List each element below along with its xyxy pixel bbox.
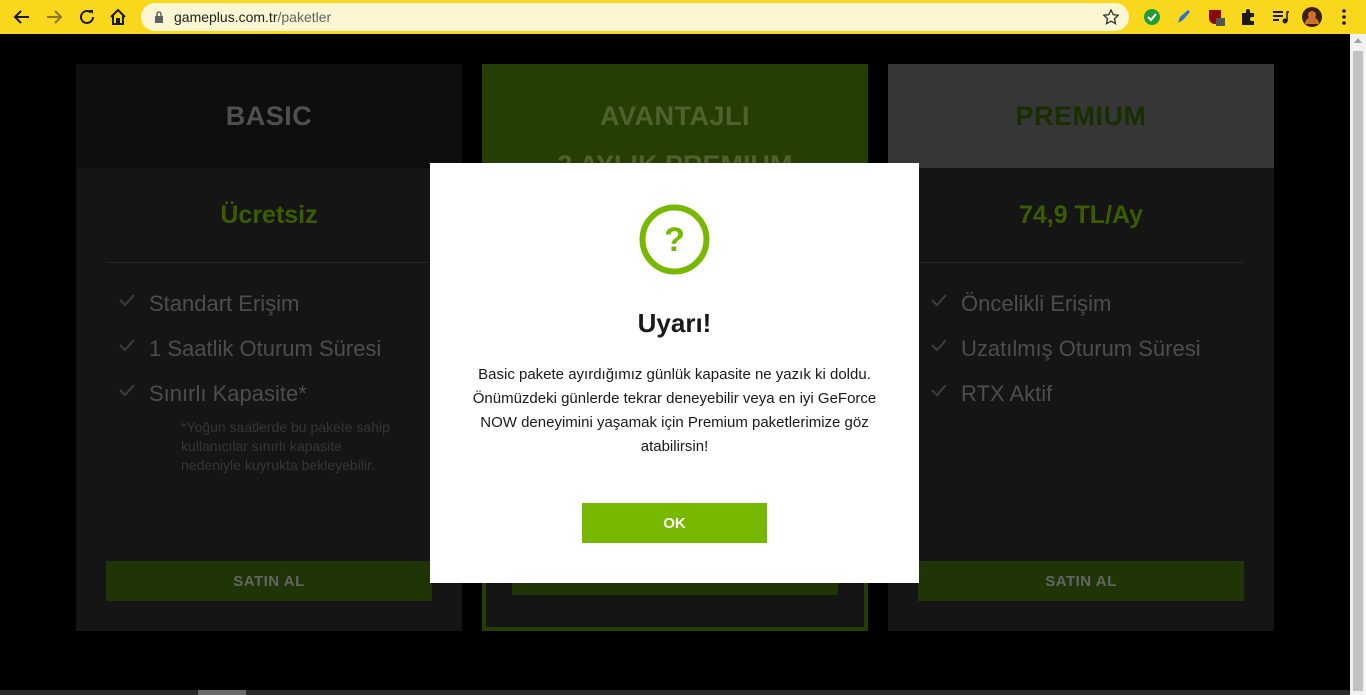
- reload-icon[interactable]: [75, 5, 99, 29]
- home-icon[interactable]: [106, 5, 130, 29]
- extension-ublock-icon[interactable]: [1205, 6, 1227, 28]
- extension-pen-icon[interactable]: [1173, 6, 1195, 28]
- extension-check-icon[interactable]: [1141, 6, 1163, 28]
- scrollbar-thumb[interactable]: [1353, 51, 1363, 691]
- back-arrow-icon[interactable]: [10, 5, 34, 29]
- forward-arrow-icon[interactable]: [42, 5, 66, 29]
- extensions-puzzle-icon[interactable]: [1237, 6, 1259, 28]
- question-mark-icon: ?: [639, 204, 710, 275]
- svg-text:?: ?: [664, 221, 685, 259]
- dialog-message: Basic pakete ayırdığımız günlük kapasite…: [472, 366, 877, 455]
- page-content: BASIC Ücretsiz Standart Erişim 1 Saatlik…: [0, 34, 1350, 690]
- scroll-up-arrow-icon[interactable]: [1354, 38, 1362, 43]
- dialog-title: Uyarı!: [637, 308, 712, 338]
- url-text: gameplus.com.tr/paketler: [174, 9, 332, 25]
- lock-icon: [152, 10, 166, 24]
- horizontal-scrollbar[interactable]: [0, 690, 1350, 695]
- browser-toolbar: gameplus.com.tr/paketler: [0, 0, 1366, 34]
- horizontal-scrollbar-thumb[interactable]: [198, 690, 246, 695]
- warning-dialog: ? Uyarı! Basic pakete ayırdığımız günlük…: [430, 163, 919, 583]
- browser-menu-icon[interactable]: [1333, 6, 1355, 28]
- media-queue-icon[interactable]: [1269, 6, 1291, 28]
- bookmark-star-icon[interactable]: [1102, 8, 1120, 25]
- address-bar[interactable]: gameplus.com.tr/paketler: [141, 3, 1129, 31]
- ok-button[interactable]: OK: [582, 503, 767, 543]
- profile-avatar[interactable]: [1301, 6, 1323, 28]
- vertical-scrollbar[interactable]: [1350, 34, 1366, 695]
